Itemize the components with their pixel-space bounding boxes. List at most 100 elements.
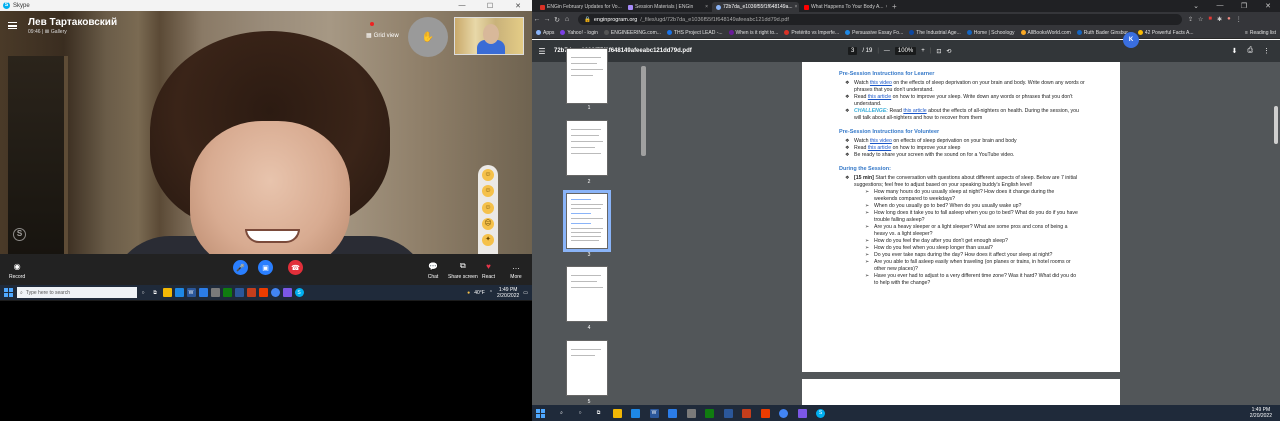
close-tab-icon[interactable]: × <box>795 4 799 10</box>
extension-badge-icon[interactable]: K <box>1123 32 1139 48</box>
minimize-icon[interactable]: — <box>448 2 476 10</box>
print-icon[interactable]: ⎙ <box>1247 47 1253 55</box>
chevron-down-icon[interactable]: ⌄ <box>1184 2 1208 10</box>
extension-icon[interactable]: ✱ <box>1217 16 1222 23</box>
reload-icon[interactable]: ↻ <box>552 16 562 24</box>
search-icon[interactable]: ⌕ <box>557 409 566 418</box>
download-icon[interactable]: ⬇ <box>1232 47 1238 55</box>
chrome-icon[interactable] <box>270 288 280 297</box>
forward-icon[interactable]: → <box>542 16 552 23</box>
mic-button[interactable]: 🎤 <box>233 260 248 275</box>
bookmark-persuasive[interactable]: Persuasive Essay Fo... <box>845 30 903 36</box>
page-thumbnail[interactable] <box>566 266 608 322</box>
this-article-link[interactable]: this article <box>868 145 891 151</box>
close-tab-icon[interactable]: × <box>705 4 711 10</box>
minimize-icon[interactable]: — <box>1208 2 1232 10</box>
menu-icon[interactable] <box>8 22 17 29</box>
share-icon[interactable]: ⇪ <box>1188 16 1193 23</box>
cortana-icon[interactable]: ○ <box>576 409 585 418</box>
clock[interactable]: 1:49 PM 2/20/2022 <box>497 287 519 299</box>
profile-icon[interactable]: ● <box>1227 16 1231 23</box>
avatar[interactable]: ✋ <box>408 17 448 57</box>
extension-red-icon[interactable]: ■ <box>1208 16 1212 23</box>
this-video-link[interactable]: this video <box>870 138 892 144</box>
surprised-emoji-icon[interactable]: ☺ <box>482 185 494 198</box>
pdf-menu-icon[interactable]: ☰ <box>532 47 552 56</box>
bookmark-apps[interactable]: Apps <box>536 30 554 36</box>
maximize-icon[interactable]: ❐ <box>1232 2 1256 10</box>
laugh-emoji-icon[interactable]: ☺ <box>482 169 494 182</box>
bookmark-allbooks[interactable]: AllBooksWorld.com <box>1020 30 1071 36</box>
this-article-link[interactable]: this article <box>868 94 891 100</box>
clock[interactable]: 1:49 PM 2/20/2022 <box>1250 407 1280 419</box>
bookmark-42-facts[interactable]: 42 Powerful Facts A... <box>1137 30 1194 36</box>
this-video-link[interactable]: this video <box>870 80 892 86</box>
notification-icon[interactable]: ▭ <box>523 290 528 296</box>
fit-page-icon[interactable]: ⊡ <box>936 48 941 55</box>
react-button[interactable]: ♥ React <box>482 260 495 281</box>
more-button[interactable]: … More <box>510 260 522 281</box>
office-icon[interactable] <box>258 288 268 297</box>
home-icon[interactable]: ⌂ <box>562 16 572 23</box>
tab-session-materials[interactable]: Session Materials | ENGin × <box>624 2 711 12</box>
this-article-link[interactable]: this article <box>903 108 926 114</box>
share-screen-button[interactable]: ⧉ Share screen <box>448 260 478 280</box>
camera-button[interactable]: ▣ <box>258 260 273 275</box>
pdf-scrollbar[interactable] <box>1274 106 1278 144</box>
tab-pdf[interactable]: 72b7da_e1036f55f1f648149a... × <box>712 2 799 12</box>
powerpoint-icon[interactable] <box>742 408 751 418</box>
bookmark-preterito[interactable]: Pretérito vs Imperfe... <box>784 30 839 36</box>
bookmark-engineering[interactable]: ENGINEERING.com... <box>603 30 661 36</box>
taskbar-search-input[interactable]: ⌕ Type here to search <box>17 287 137 298</box>
record-button[interactable]: ◉ Record <box>9 260 25 281</box>
reading-list[interactable]: ≡ Reading list <box>1245 30 1280 36</box>
tab-engin-updates[interactable]: ENGin February Updates for Vo...× <box>536 2 623 12</box>
edge-icon[interactable] <box>174 288 184 297</box>
sad-emoji-icon[interactable]: ☹ <box>482 218 494 231</box>
windows-start-icon[interactable] <box>4 288 13 297</box>
page-thumbnail[interactable] <box>566 120 608 176</box>
zoom-out-icon[interactable]: — <box>884 48 890 54</box>
excel-icon[interactable] <box>705 408 714 418</box>
bookmark-industrial-age[interactable]: The Industrial Age... <box>909 30 961 36</box>
cortana-icon[interactable]: ○ <box>139 288 148 297</box>
file-explorer-icon[interactable] <box>612 408 622 418</box>
mail-icon[interactable] <box>668 408 677 418</box>
bookmark-when-right[interactable]: When is it right to... <box>728 30 778 36</box>
windows-start-icon[interactable] <box>536 408 545 418</box>
skype-taskbar-icon[interactable]: S <box>816 408 825 418</box>
tab-youtube[interactable]: What Happens To Your Body A... × <box>800 2 887 12</box>
app-icon[interactable] <box>686 408 696 418</box>
bookmark-star-icon[interactable]: ☆ <box>1198 16 1203 23</box>
address-bar[interactable]: 🔒 enginprogram.org/_files/ugd/72b7da_e10… <box>578 14 1182 25</box>
thumbs-up-icon[interactable]: ✦ <box>482 234 494 247</box>
page-thumbnail[interactable] <box>566 48 608 104</box>
maximize-icon[interactable]: ☐ <box>476 2 504 10</box>
task-view-icon[interactable]: ⧉ <box>151 288 160 297</box>
zoom-level[interactable]: 100% <box>894 47 917 55</box>
skype-taskbar-icon[interactable]: S <box>294 288 304 297</box>
grid-view-button[interactable]: ▦ Grid view <box>366 32 399 40</box>
hang-up-button[interactable]: ☎ <box>288 260 303 275</box>
excel-icon[interactable] <box>222 288 232 297</box>
close-icon[interactable]: ✕ <box>504 2 532 10</box>
app-icon[interactable] <box>210 288 220 297</box>
close-icon[interactable]: ✕ <box>1256 2 1280 10</box>
rotate-icon[interactable]: ⟲ <box>946 48 951 55</box>
file-explorer-icon[interactable] <box>162 288 172 297</box>
chat-button[interactable]: 💬 Chat <box>427 260 439 281</box>
teams-icon[interactable] <box>797 408 807 418</box>
zoom-in-icon[interactable]: + <box>921 48 925 54</box>
task-view-icon[interactable]: ⧉ <box>594 409 603 418</box>
thumbnail-scrollbar[interactable] <box>641 66 646 156</box>
bookmark-schoology[interactable]: Home | Schoology <box>966 30 1015 36</box>
mail-icon[interactable] <box>198 288 208 297</box>
chrome-icon[interactable] <box>779 408 788 418</box>
store-icon[interactable] <box>723 408 733 418</box>
back-icon[interactable]: ← <box>532 16 542 23</box>
page-number-input[interactable]: 3 <box>848 47 858 55</box>
office-icon[interactable] <box>760 408 770 418</box>
teams-icon[interactable] <box>282 288 292 297</box>
new-tab-icon[interactable]: + <box>892 2 897 11</box>
word-icon[interactable]: W <box>186 288 196 297</box>
